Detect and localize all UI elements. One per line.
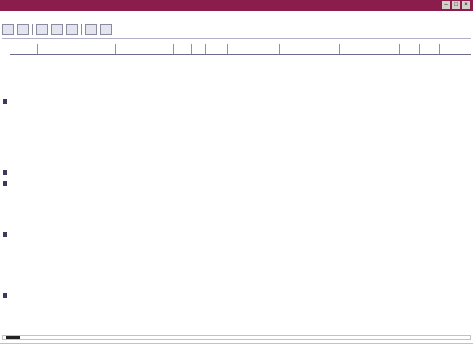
column-header[interactable] <box>10 44 38 54</box>
toolbar-separator <box>81 23 82 35</box>
toolbar-button[interactable] <box>51 23 63 35</box>
column-header[interactable] <box>192 44 206 54</box>
table-header <box>10 44 471 55</box>
column-header[interactable] <box>206 44 228 54</box>
toolbar-button[interactable] <box>2 23 14 35</box>
menu-bar <box>0 12 473 20</box>
row-marker <box>3 99 7 104</box>
row-marker <box>3 293 7 298</box>
toolbar-button[interactable] <box>100 23 112 35</box>
column-header[interactable] <box>228 44 280 54</box>
row-marker <box>3 170 7 175</box>
column-header[interactable] <box>116 44 174 54</box>
toolbar-button[interactable] <box>85 23 97 35</box>
column-header[interactable] <box>280 44 340 54</box>
toolbar-button[interactable] <box>36 23 48 35</box>
status-bar <box>0 343 473 356</box>
toolbar-button[interactable] <box>66 23 78 35</box>
column-header[interactable] <box>174 44 192 54</box>
table-body <box>10 56 471 334</box>
minimize-icon[interactable]: – <box>442 1 450 9</box>
column-header[interactable] <box>400 44 420 54</box>
column-header[interactable] <box>420 44 440 54</box>
toolbar <box>2 22 471 36</box>
toolbar-button[interactable] <box>17 23 29 35</box>
row-marker <box>3 232 7 237</box>
column-header[interactable] <box>38 44 116 54</box>
horizontal-scrollbar[interactable] <box>2 335 471 340</box>
maximize-icon[interactable]: □ <box>452 1 460 9</box>
scrollbar-thumb[interactable] <box>6 336 20 339</box>
title-bar: – □ × <box>0 0 473 11</box>
close-icon[interactable]: × <box>462 1 470 9</box>
grid-divider <box>2 38 471 39</box>
window-controls: – □ × <box>442 1 470 9</box>
toolbar-separator <box>32 23 33 35</box>
column-header[interactable] <box>340 44 400 54</box>
row-marker <box>3 181 7 186</box>
